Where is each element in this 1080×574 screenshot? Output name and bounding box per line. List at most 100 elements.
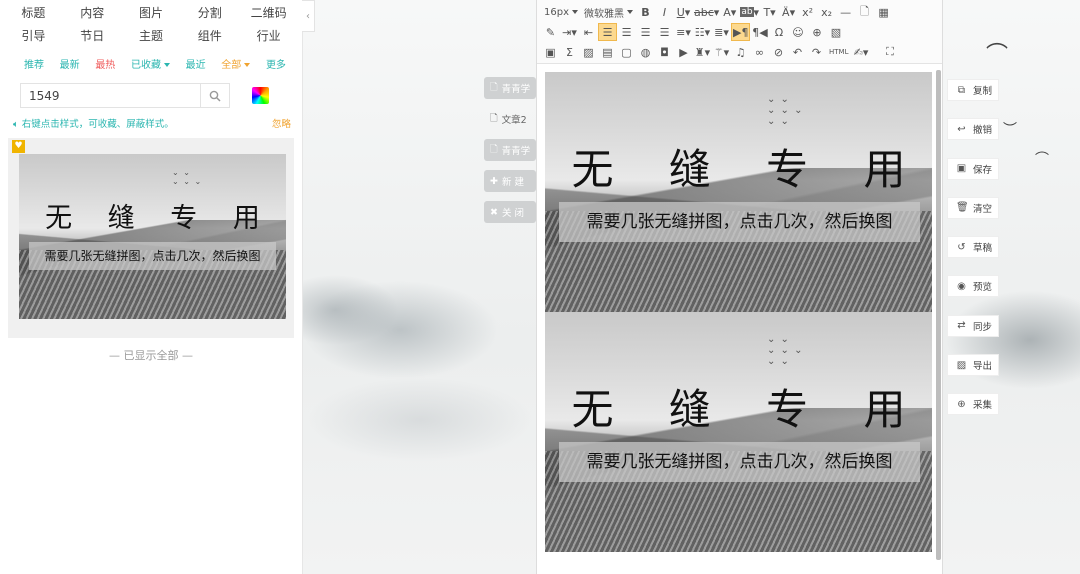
doc-tab-1[interactable]: 🗋︎ 青青学: [484, 77, 536, 99]
magic-wand-icon[interactable]: ⚚▾: [712, 43, 731, 61]
ignore-tip-button[interactable]: 忽略: [272, 116, 291, 130]
category-image[interactable]: 图片: [122, 4, 181, 23]
fullscreen-icon[interactable]: ⛶: [880, 43, 899, 61]
search-plus-icon: ⊕: [957, 398, 966, 410]
sync-button[interactable]: ⇄ 同步: [947, 314, 999, 337]
align-left-icon[interactable]: ☰: [598, 23, 617, 41]
export-label: 导出: [973, 361, 993, 373]
bold-icon[interactable]: B: [636, 3, 655, 21]
underline-icon[interactable]: U ▾: [674, 3, 693, 21]
horizontal-rule-icon[interactable]: —: [836, 3, 855, 21]
category-content[interactable]: 内容: [63, 4, 122, 23]
category-qrcode[interactable]: 二维码: [239, 4, 298, 23]
indent-icon[interactable]: ⇥▾: [560, 23, 579, 41]
editor-actions: ⧉ 复制 ↩ 撤销 ▣ 保存 🗑︎ 清空 ↺ 草稿 ◉ 预览 ⇄ 同步 ▨ 导出 ⊕ 采集: [947, 79, 999, 433]
table-icon[interactable]: ▦: [874, 3, 893, 21]
category-title[interactable]: 标题: [4, 4, 63, 23]
filter-newest[interactable]: 最新: [60, 56, 80, 71]
filter-bar: 推荐 最新 最热 已收藏 最近 全部 更多: [0, 46, 302, 71]
strikethrough-icon[interactable]: abc ▾: [693, 3, 720, 21]
filter-favorited[interactable]: 已收藏: [131, 56, 170, 71]
sum-icon[interactable]: Σ: [560, 43, 579, 61]
music-icon[interactable]: ♫: [731, 43, 750, 61]
category-component[interactable]: 组件: [180, 27, 239, 46]
draft-button[interactable]: ↺ 草稿: [947, 236, 999, 259]
new-document-button[interactable]: ✚ 新 建: [484, 170, 536, 192]
editor-scrollbar[interactable]: [936, 70, 941, 560]
category-festival[interactable]: 节日: [63, 27, 122, 46]
subscript-icon[interactable]: x₂: [817, 3, 836, 21]
paragraph-spacing-icon[interactable]: ≣▾: [712, 23, 731, 41]
search-button[interactable]: [200, 84, 229, 107]
link-icon[interactable]: ∞: [750, 43, 769, 61]
collapse-panel-button[interactable]: ‹: [302, 0, 315, 32]
background-color-icon[interactable]: ab ▾: [739, 3, 760, 21]
gallery-icon[interactable]: ▤: [598, 43, 617, 61]
ordered-list-icon[interactable]: ☷▾: [693, 23, 712, 41]
search-input[interactable]: [21, 87, 201, 104]
unlink-icon[interactable]: ⊘: [769, 43, 788, 61]
redo-icon[interactable]: ↷: [807, 43, 826, 61]
plus-icon: ✚: [490, 175, 498, 187]
filter-recent[interactable]: 最近: [186, 56, 206, 71]
font-color-icon[interactable]: A▾: [720, 3, 739, 21]
save-icon[interactable]: ▣: [541, 43, 560, 61]
font-family-select[interactable]: 微软雅黑: [581, 3, 636, 21]
style-card[interactable]: ♥ ⌄ ⌄ ⌄ ⌄ ⌄ 无 缝 专 用 需要几张无缝拼图，点击几次，然后换图: [8, 138, 294, 338]
category-guide[interactable]: 引导: [4, 27, 63, 46]
category-industry[interactable]: 行业: [239, 27, 298, 46]
align-center-icon[interactable]: ☰: [617, 23, 636, 41]
document-canvas[interactable]: ⌄ ⌄ ⌄ ⌄ ⌄ ⌄ ⌄ 无 缝 专 用 需要几张无缝拼图，点击几次，然后换图 ⌄…: [545, 72, 933, 574]
doc-tab-3[interactable]: 🗋︎ 青青学: [484, 139, 536, 161]
video-icon[interactable]: ▶: [674, 43, 693, 61]
superscript-icon[interactable]: x²: [798, 3, 817, 21]
italic-icon[interactable]: I: [655, 3, 674, 21]
template-title: 无 缝 专 用: [45, 203, 274, 234]
filter-hottest[interactable]: 最热: [95, 56, 115, 71]
doc-tab-2[interactable]: 🗋︎ 文章2: [484, 108, 536, 130]
copy-button[interactable]: ⧉ 复制: [947, 79, 999, 101]
category-theme[interactable]: 主题: [122, 27, 181, 46]
form-icon[interactable]: ✍▾: [851, 43, 870, 61]
emoji-icon[interactable]: ☺: [788, 23, 807, 41]
eraser-icon[interactable]: ✎: [541, 23, 560, 41]
document-tabs: 🗋︎ 青青学 🗋︎ 文章2 🗋︎ 青青学 ✚ 新 建 ✖ 关 闭: [484, 77, 536, 232]
clear-button[interactable]: 🗑︎ 清空: [947, 196, 999, 219]
picture-icon[interactable]: ▨: [579, 43, 598, 61]
template-block-1[interactable]: ⌄ ⌄ ⌄ ⌄ ⌄ ⌄ ⌄ 无 缝 专 用 需要几张无缝拼图，点击几次，然后换图: [545, 72, 932, 312]
ltr-direction-icon[interactable]: ▶¶: [731, 23, 751, 41]
filter-recommend[interactable]: 推荐: [24, 56, 44, 71]
palette-icon[interactable]: ◍: [636, 43, 655, 61]
collect-button[interactable]: ⊕ 采集: [947, 393, 999, 416]
text-effect-icon[interactable]: T▾: [760, 3, 779, 21]
rtl-direction-icon[interactable]: ¶◀: [750, 23, 769, 41]
line-height-icon[interactable]: ≡▾: [674, 23, 693, 41]
align-right-icon[interactable]: ☰: [636, 23, 655, 41]
blank-page-icon[interactable]: 🗋︎: [855, 3, 874, 21]
close-document-button[interactable]: ✖ 关 闭: [484, 201, 536, 223]
undo-icon[interactable]: ↶: [788, 43, 807, 61]
image-icon[interactable]: ▧: [826, 23, 845, 41]
color-palette-icon[interactable]: [252, 87, 269, 104]
filter-all[interactable]: 全部: [221, 56, 251, 71]
format-painter-icon[interactable]: ♜▾: [693, 43, 712, 61]
save-button[interactable]: ▣ 保存: [947, 157, 999, 180]
camera-icon[interactable]: ◘: [655, 43, 674, 61]
filter-more[interactable]: 更多: [266, 56, 286, 71]
preview-button[interactable]: ◉ 预览: [947, 275, 999, 298]
align-justify-icon[interactable]: ☰: [655, 23, 674, 41]
export-button[interactable]: ▨ 导出: [947, 354, 999, 377]
html-source-button[interactable]: HTML: [826, 43, 851, 61]
outdent-icon[interactable]: ⇤: [579, 23, 598, 41]
undo-button[interactable]: ↩ 撤销: [947, 118, 999, 141]
template-block-2[interactable]: ⌄ ⌄ ⌄ ⌄ ⌄ ⌄ ⌄ 无 缝 专 用 需要几张无缝拼图，点击几次，然后换图: [545, 312, 932, 552]
font-size-select[interactable]: 16px: [541, 3, 581, 21]
letter-spacing-icon[interactable]: Ä▾: [779, 3, 798, 21]
frame-icon[interactable]: ▢: [617, 43, 636, 61]
omega-icon[interactable]: Ω: [769, 23, 788, 41]
template-thumbnail[interactable]: ⌄ ⌄ ⌄ ⌄ ⌄ 无 缝 专 用 需要几张无缝拼图，点击几次，然后换图: [19, 154, 286, 319]
chevron-down-icon: [627, 10, 633, 14]
find-icon[interactable]: ⊕: [807, 23, 826, 41]
template-subtitle: 需要几张无缝拼图，点击几次，然后换图: [559, 442, 920, 482]
category-divider[interactable]: 分割: [180, 4, 239, 23]
